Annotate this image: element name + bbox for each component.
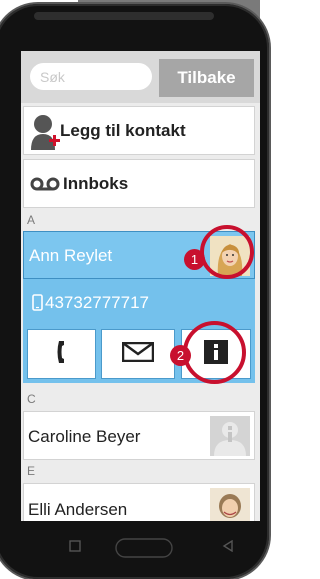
screen: Tilbake Legg til kontakt (21, 51, 260, 521)
contact-row[interactable]: Elli Andersen (23, 483, 255, 521)
add-contact-label: Legg til kontakt (60, 121, 186, 140)
call-button[interactable] (27, 329, 96, 379)
home-nav-button[interactable] (115, 538, 173, 563)
message-button[interactable] (101, 329, 175, 379)
highlight-badge-1: 1 (184, 249, 205, 270)
phone-top-edge (34, 12, 214, 20)
triangle-back-icon[interactable] (222, 539, 234, 557)
avatar (210, 488, 250, 521)
inbox-label: Innboks (63, 174, 129, 193)
search-input[interactable] (30, 63, 152, 90)
phone-frame: Tilbake Legg til kontakt (0, 4, 269, 579)
highlight-ring-avatar (200, 225, 254, 279)
back-button[interactable]: Tilbake (159, 59, 254, 97)
inbox-row[interactable]: Innboks (23, 159, 255, 208)
person-plus-icon (30, 112, 62, 150)
highlight-badge-2: 2 (170, 345, 191, 366)
contact-name: Caroline Beyer (28, 427, 141, 446)
highlight-ring-info (183, 321, 246, 384)
square-nav-icon[interactable] (69, 539, 81, 557)
section-header-c: C (27, 392, 36, 406)
avatar-placeholder (210, 416, 250, 456)
top-bar: Tilbake (21, 51, 260, 103)
section-header-e: E (27, 464, 36, 478)
contact-name: Elli Andersen (28, 500, 128, 519)
phone-number: 43732777717 (45, 293, 150, 312)
add-contact-row[interactable]: Legg til kontakt (23, 106, 255, 155)
voicemail-icon (30, 177, 60, 191)
contact-row[interactable]: Caroline Beyer (23, 411, 255, 460)
envelope-icon (121, 341, 155, 367)
handset-icon (55, 339, 69, 370)
mobile-phone-icon (32, 294, 43, 311)
contact-name: Ann Reylet (29, 246, 113, 265)
phone-number-row[interactable]: 43732777717 (23, 279, 255, 325)
